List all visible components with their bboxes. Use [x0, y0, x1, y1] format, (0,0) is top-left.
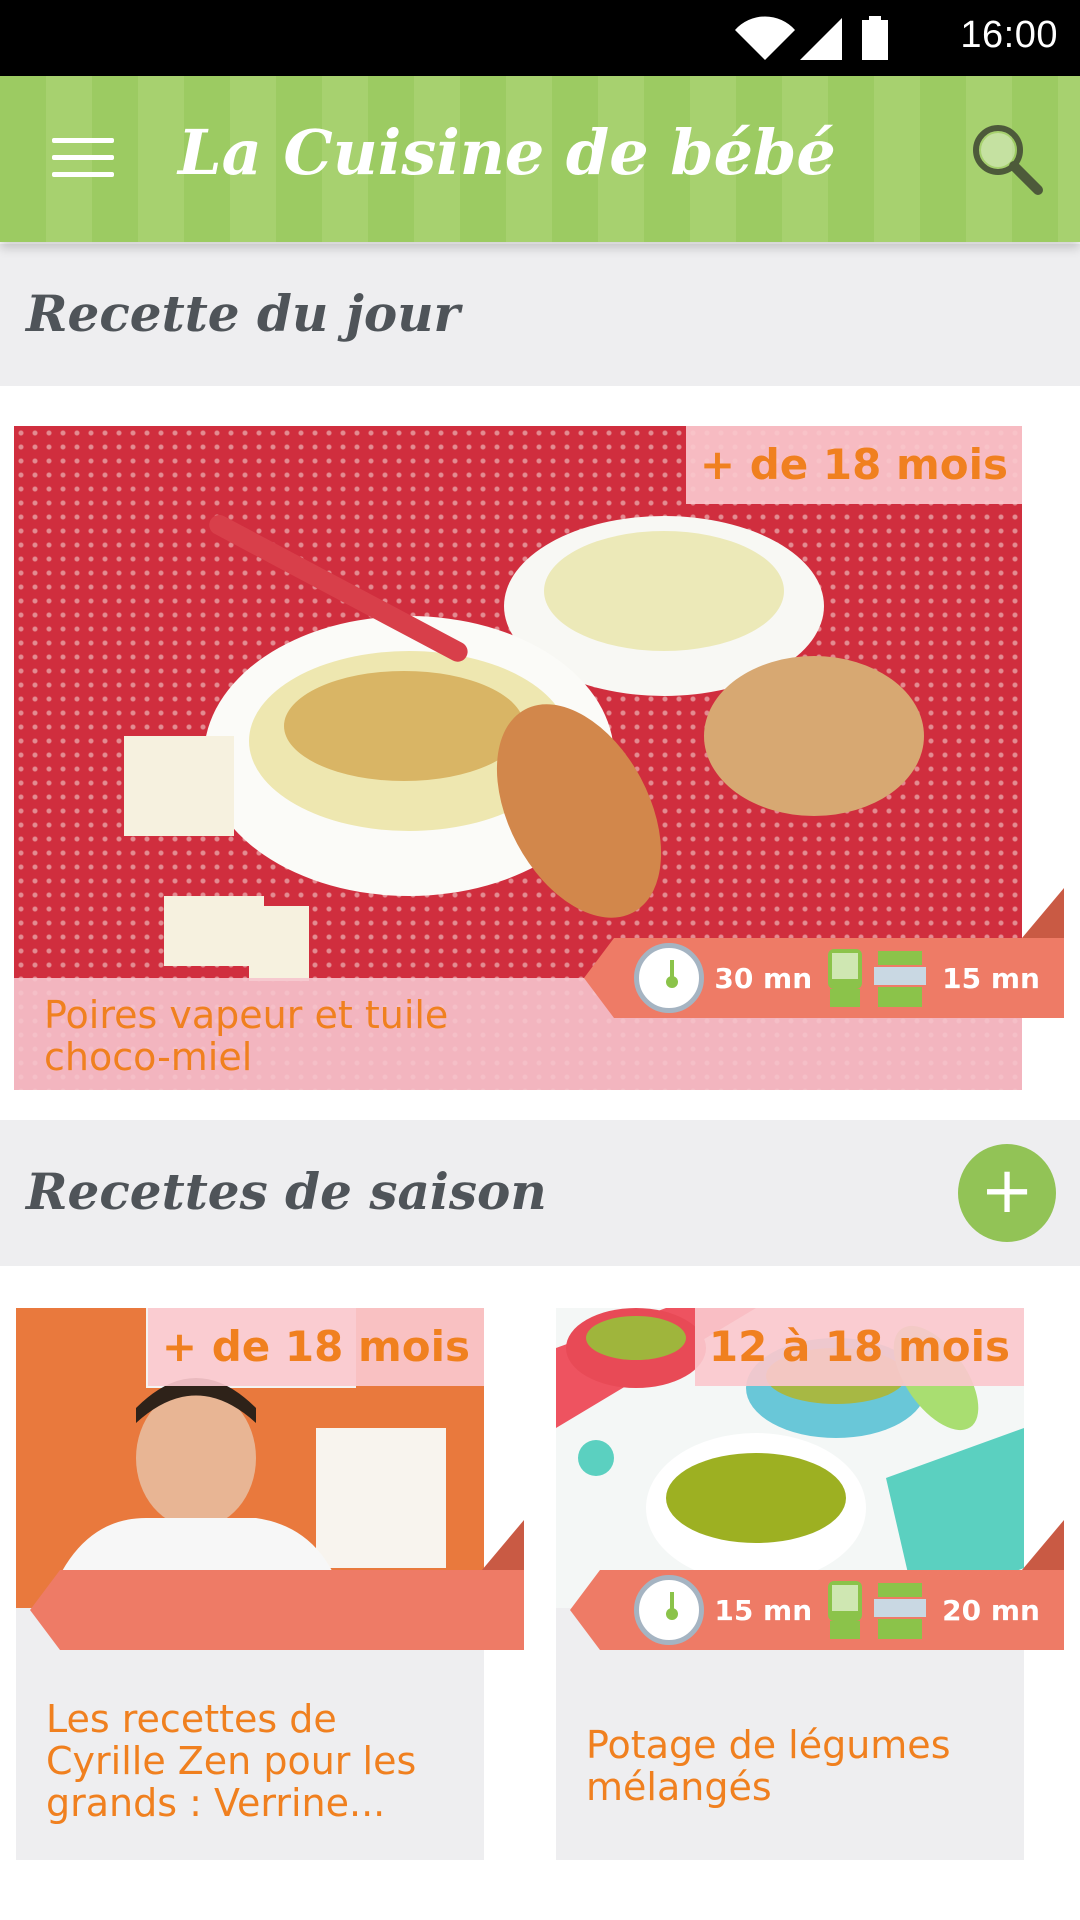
app-bar: La Cuisine de bébé — [0, 76, 1080, 242]
cook-time: 15 mn — [942, 961, 1040, 995]
prep-time: 15 mn — [714, 1593, 813, 1627]
signal-icon — [800, 18, 842, 60]
age-badge: + de 18 mois — [147, 1308, 484, 1386]
battery-icon — [862, 16, 888, 60]
search-icon[interactable] — [968, 120, 1046, 198]
add-button[interactable]: + — [958, 1144, 1056, 1242]
clock-icon — [634, 943, 705, 1013]
section-title: Recette du jour — [26, 284, 460, 343]
prep-time: 30 mn — [714, 961, 813, 995]
recipe-name: Poires vapeur et tuile choco-miel — [44, 993, 449, 1079]
recipe-time-ribbon: 15 mn 20 mn — [570, 1520, 1064, 1650]
wifi-icon — [735, 16, 795, 60]
section-title: Recettes de saison — [26, 1162, 547, 1221]
age-badge: 12 à 18 mois — [694, 1308, 1024, 1386]
recipe-name: Les recettes de Cyrille Zen pour les gra… — [46, 1697, 417, 1825]
clock-icon — [634, 1575, 705, 1645]
recipe-time-ribbon — [30, 1520, 524, 1650]
blender-steamer-icon — [828, 1581, 927, 1639]
status-bar: 16:00 — [0, 0, 1080, 76]
status-icons — [735, 16, 888, 60]
recipe-time-ribbon: 30 mn 15 mn — [584, 888, 1064, 1018]
blender-steamer-icon — [828, 949, 927, 1007]
age-badge: + de 18 mois — [685, 426, 1022, 504]
menu-icon[interactable] — [52, 138, 114, 178]
section-header-recipe-of-day: Recette du jour — [0, 244, 1080, 386]
recipe-name: Potage de légumes mélangés — [586, 1723, 951, 1809]
status-time: 16:00 — [960, 14, 1058, 56]
section-header-seasonal: Recettes de saison + — [0, 1120, 1080, 1266]
cook-time: 20 mn — [942, 1593, 1040, 1627]
app-title: La Cuisine de bébé — [178, 116, 836, 189]
